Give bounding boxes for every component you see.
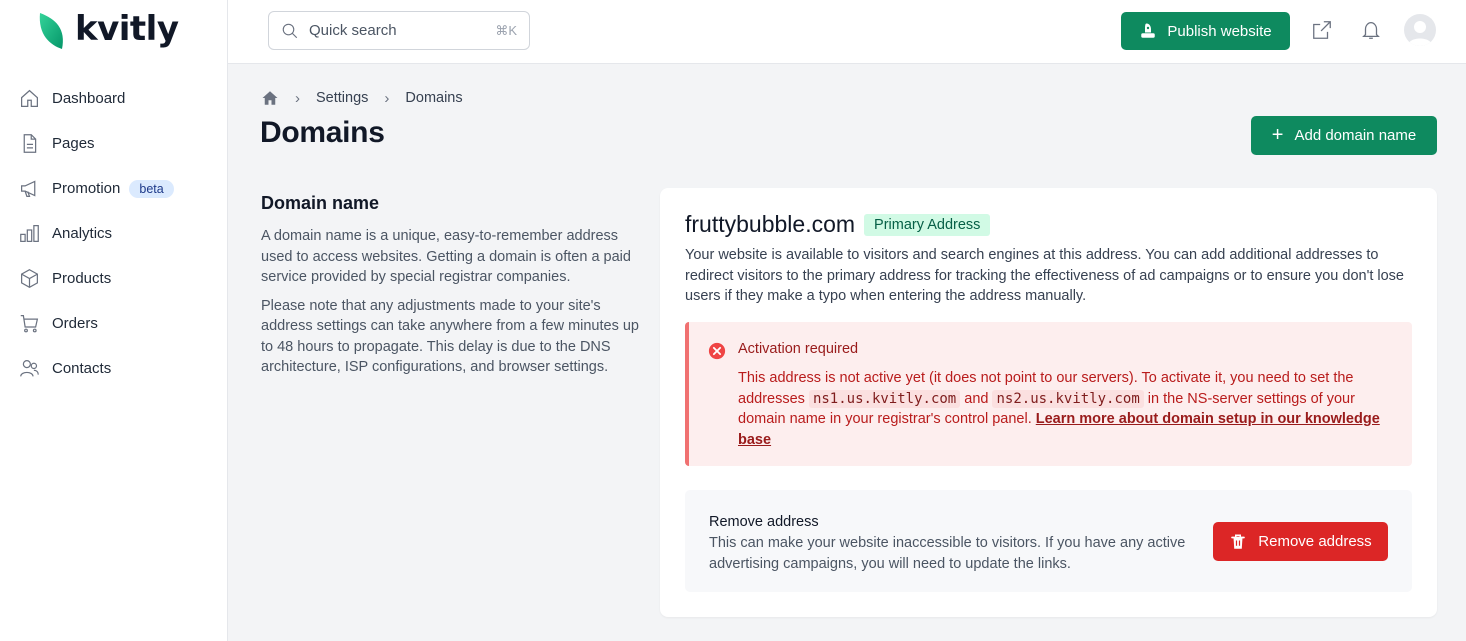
remove-title: Remove address xyxy=(709,514,819,530)
trash-icon xyxy=(1231,534,1246,549)
sidebar: kvitly Dashboard Pages Promotion beta An… xyxy=(0,0,228,641)
search-icon xyxy=(282,23,298,38)
ns1-code: ns1.us.kvitly.com xyxy=(808,389,961,408)
home-icon xyxy=(18,88,40,110)
primary-address-badge: Primary Address xyxy=(864,213,991,236)
sidebar-item-label: Dashboard xyxy=(52,90,126,107)
sidebar-nav: Dashboard Pages Promotion beta Analytics xyxy=(0,76,228,391)
search-shortcut: ⌘K xyxy=(495,22,517,38)
remove-address-box: Remove address This can make your websit… xyxy=(685,490,1412,592)
sidebar-item-label: Orders xyxy=(52,315,98,332)
breadcrumb-settings[interactable]: Settings xyxy=(316,90,368,106)
bar-chart-icon xyxy=(18,223,40,245)
section-title: Domain name xyxy=(261,193,380,213)
remove-button-label: Remove address xyxy=(1258,533,1372,550)
alert-title: Activation required xyxy=(738,341,859,357)
search-input[interactable]: Quick search ⌘K xyxy=(268,11,530,50)
sidebar-item-label: Promotion xyxy=(52,180,121,197)
info-paragraph-2: Please note that any adjustments made to… xyxy=(261,297,639,376)
sidebar-item-label: Contacts xyxy=(52,360,112,377)
domain-description: Your website is available to visitors an… xyxy=(685,247,1404,304)
alert-text: and xyxy=(960,390,993,407)
sidebar-item-analytics[interactable]: Analytics xyxy=(0,211,228,256)
external-link-icon[interactable] xyxy=(1310,18,1334,42)
sidebar-item-label: Analytics xyxy=(52,225,113,242)
plus-icon: + xyxy=(1271,123,1284,146)
ns2-code: ns2.us.kvitly.com xyxy=(992,389,1144,408)
breadcrumb: › Settings › Domains xyxy=(261,88,463,108)
breadcrumb-domains: Domains xyxy=(405,90,463,106)
bell-icon[interactable] xyxy=(1359,18,1383,42)
page-title: Domains xyxy=(260,116,385,149)
sidebar-item-promotion[interactable]: Promotion beta xyxy=(0,166,228,211)
beta-badge: beta xyxy=(129,179,174,198)
remove-address-button[interactable]: Remove address xyxy=(1213,522,1388,561)
sidebar-item-orders[interactable]: Orders xyxy=(0,301,228,346)
publish-label: Publish website xyxy=(1167,22,1272,40)
cart-icon xyxy=(18,313,40,335)
leaf-logo-icon xyxy=(39,13,63,49)
domain-card: fruttybubble.com Primary Address Your we… xyxy=(660,188,1437,617)
chevron-right-icon: › xyxy=(295,89,300,107)
error-circle-icon xyxy=(708,342,726,360)
topbar: Quick search ⌘K Publish website xyxy=(228,0,1466,64)
box-icon xyxy=(18,268,40,290)
logo[interactable]: kvitly xyxy=(36,10,179,52)
info-paragraph-1: A domain name is a unique, easy-to-remem… xyxy=(261,228,631,285)
file-icon xyxy=(18,133,40,155)
domain-info-section: Domain name A domain name is a unique, e… xyxy=(261,193,641,386)
chevron-right-icon: › xyxy=(384,89,390,107)
add-domain-button[interactable]: + Add domain name xyxy=(1251,116,1437,155)
sidebar-item-pages[interactable]: Pages xyxy=(0,121,228,166)
home-breadcrumb-icon[interactable] xyxy=(261,89,279,107)
sidebar-item-contacts[interactable]: Contacts xyxy=(0,346,228,391)
domain-header: fruttybubble.com Primary Address xyxy=(685,211,991,238)
search-placeholder: Quick search xyxy=(309,22,397,39)
domain-name: fruttybubble.com xyxy=(685,211,856,237)
megaphone-icon xyxy=(18,178,40,200)
publish-website-button[interactable]: Publish website xyxy=(1121,12,1290,50)
rocket-icon xyxy=(1141,23,1156,38)
alert-body: This address is not active yet (it does … xyxy=(738,368,1403,450)
activation-alert: Activation required This address is not … xyxy=(685,322,1412,466)
users-icon xyxy=(18,358,40,380)
user-avatar-icon xyxy=(1408,21,1432,46)
sidebar-item-label: Pages xyxy=(52,135,95,152)
logo-text: kvitly xyxy=(75,9,179,49)
add-domain-label: Add domain name xyxy=(1294,127,1417,144)
remove-description: This can make your website inaccessible … xyxy=(709,535,1186,572)
avatar[interactable] xyxy=(1404,14,1436,46)
sidebar-item-label: Products xyxy=(52,270,112,287)
sidebar-item-dashboard[interactable]: Dashboard xyxy=(0,76,228,121)
sidebar-item-products[interactable]: Products xyxy=(0,256,228,301)
